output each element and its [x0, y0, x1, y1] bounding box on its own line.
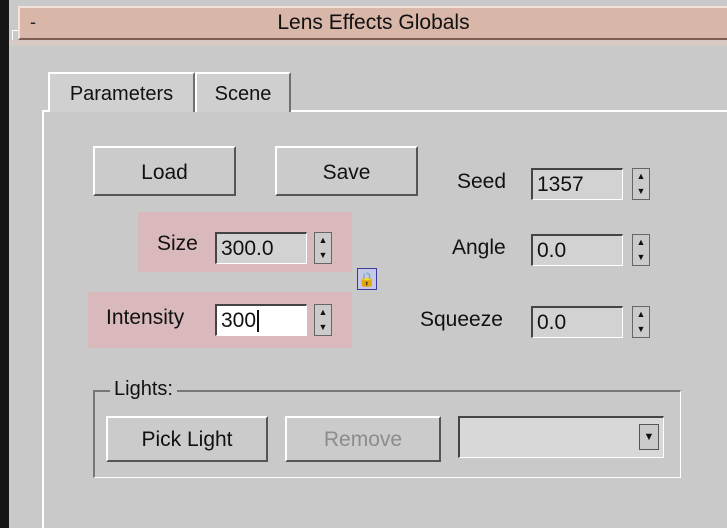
rollout-title: Lens Effects Globals [277, 11, 470, 34]
intensity-field[interactable]: 300 [215, 304, 307, 336]
lights-dropdown[interactable]: ▼ [458, 416, 664, 458]
lights-group-label: Lights: [110, 378, 177, 401]
angle-field[interactable]: 0.0 [531, 234, 623, 266]
viewport-edge [0, 0, 9, 528]
size-label: Size [157, 232, 198, 255]
save-button[interactable]: Save [275, 146, 418, 196]
pick-light-button[interactable]: Pick Light [106, 416, 268, 462]
angle-spinner-icon[interactable]: ▲ ▼ [632, 234, 650, 266]
remove-button[interactable]: Remove [285, 416, 441, 462]
load-button[interactable]: Load [93, 146, 236, 196]
intensity-label: Intensity [106, 306, 185, 329]
seed-label: Seed [457, 170, 507, 193]
rollout-header[interactable]: - Lens Effects Globals [18, 6, 727, 40]
text-caret [257, 310, 260, 333]
tab-parameters[interactable]: Parameters [48, 72, 195, 112]
seed-field[interactable]: 1357 [531, 168, 623, 200]
size-spinner-icon[interactable]: ▲ ▼ [314, 232, 332, 264]
squeeze-spinner-icon[interactable]: ▲ ▼ [632, 306, 650, 338]
squeeze-label: Squeeze [420, 308, 503, 331]
seed-spinner-icon[interactable]: ▲ ▼ [632, 168, 650, 200]
lock-icon[interactable]: 🔒 [357, 268, 377, 290]
intensity-spinner-icon[interactable]: ▲ ▼ [314, 304, 332, 336]
dropdown-arrow-icon[interactable]: ▼ [639, 424, 659, 450]
size-field[interactable]: 300.0 [215, 232, 307, 264]
intensity-value: 300 [221, 309, 257, 332]
squeeze-field[interactable]: 0.0 [531, 306, 623, 338]
angle-label: Angle [452, 236, 506, 259]
tab-scene[interactable]: Scene [195, 72, 291, 112]
